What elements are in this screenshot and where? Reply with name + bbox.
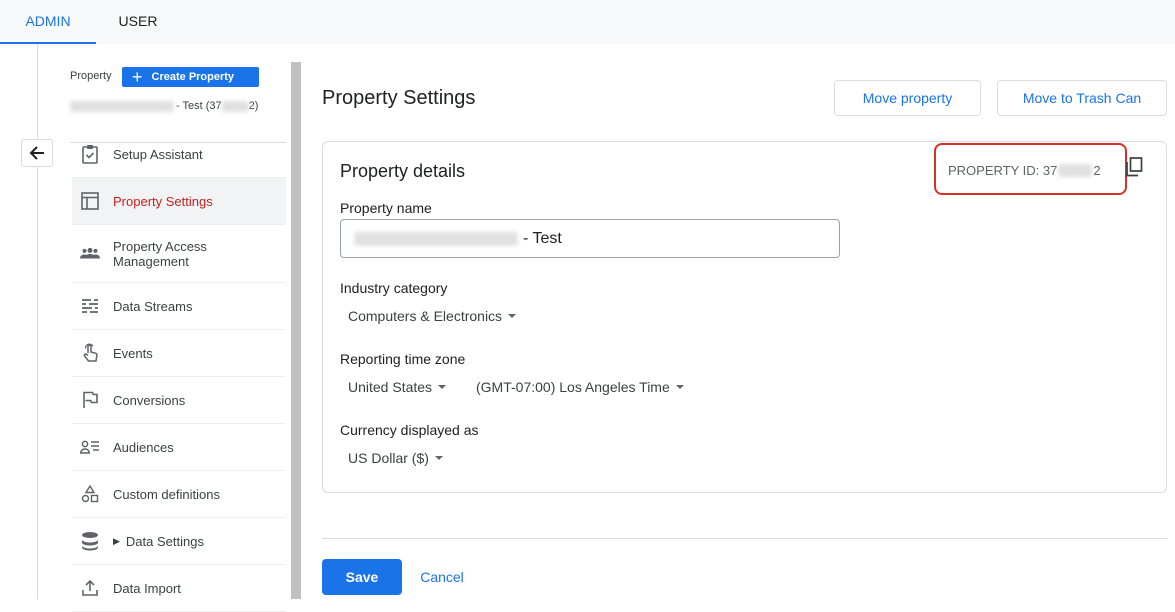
sidebar-item-label: Events (113, 345, 153, 361)
sidebar-item-conversions[interactable]: Conversions (72, 377, 286, 424)
property-id-highlight (934, 143, 1127, 195)
upload-icon (80, 578, 100, 598)
time-zone-country-dropdown[interactable]: United States (348, 379, 447, 395)
sidebar-item-label: Data Settings (125, 533, 204, 549)
time-zone-dropdown[interactable]: (GMT-07:00) Los Angeles Time (476, 379, 684, 395)
divider (322, 538, 1167, 539)
flag-icon (80, 390, 100, 410)
redacted-text (70, 100, 174, 112)
layout-icon (80, 191, 100, 211)
sidebar-item-data-import[interactable]: Data Import (72, 565, 286, 612)
sidebar-item-label: Audiences (113, 439, 174, 455)
currency-dropdown[interactable]: US Dollar ($) (348, 450, 443, 466)
caret-down-icon (438, 385, 447, 389)
plus-icon: + (132, 67, 143, 87)
sidebar: Property + Create Property - Test (37 2)… (70, 44, 286, 612)
streams-icon (80, 296, 100, 316)
sidebar-item-setup-assistant[interactable]: Setup Assistant (72, 131, 286, 178)
sidebar-item-data-streams[interactable]: Data Streams (72, 283, 286, 330)
card-title: Property details (340, 161, 466, 181)
create-property-label: Create Property (151, 71, 235, 83)
sidebar-rail-line (37, 44, 38, 599)
expand-triangle-icon[interactable]: ▶ (113, 536, 120, 547)
caret-down-icon (434, 456, 443, 460)
arrow-left-icon (29, 146, 44, 160)
sidebar-item-label: Custom definitions (113, 486, 220, 502)
sidebar-item-events[interactable]: Events (72, 330, 286, 377)
create-property-button[interactable]: + Create Property (122, 67, 259, 87)
sidebar-item-label: Data Import (113, 580, 181, 596)
touch-icon (80, 343, 100, 363)
sidebar-nav: Setup Assistant Property Settings Proper… (72, 131, 286, 612)
back-button[interactable] (21, 139, 53, 167)
time-zone-country-value: United States (348, 379, 433, 395)
shapes-icon (80, 484, 100, 504)
sidebar-item-label: Property Settings (113, 193, 213, 209)
people-icon (80, 244, 100, 264)
database-icon (80, 531, 100, 551)
industry-category-label: Industry category (340, 280, 448, 296)
reporting-time-zone-label: Reporting time zone (340, 351, 466, 367)
sidebar-scrollbar[interactable] (291, 62, 301, 599)
sidebar-item-audiences[interactable]: Audiences (72, 424, 286, 471)
sidebar-item-property-access-management[interactable]: Property Access Management (72, 225, 286, 283)
sidebar-item-label: Property Access Management (113, 238, 207, 269)
redacted-text (221, 100, 249, 112)
time-zone-value: (GMT-07:00) Los Angeles Time (476, 379, 670, 395)
scrollbar-thumb[interactable] (291, 62, 301, 599)
property-name-suffix: - Test (37 (176, 100, 222, 112)
currency-label: Currency displayed as (340, 422, 479, 438)
property-selector[interactable]: - Test (37 2) (70, 100, 258, 112)
sidebar-item-label: Setup Assistant (113, 146, 203, 162)
industry-category-value: Computers & Electronics (348, 308, 503, 324)
sidebar-item-custom-definitions[interactable]: Custom definitions (72, 471, 286, 518)
property-details-card: Property details PROPERTY ID: 37 2 Prope… (322, 141, 1167, 493)
tab-user[interactable]: USER (100, 0, 176, 44)
page-title: Property Settings (322, 87, 476, 109)
sidebar-item-label: Data Streams (113, 298, 193, 314)
checklist-icon (80, 144, 100, 164)
property-header: Property + Create Property - Test (37 2) (70, 67, 286, 143)
caret-down-icon (675, 385, 684, 389)
sidebar-item-data-settings[interactable]: ▶ Data Settings (72, 518, 286, 565)
move-property-button[interactable]: Move property (834, 80, 981, 116)
property-name-value: - Test (523, 229, 562, 247)
move-to-trash-button[interactable]: Move to Trash Can (997, 80, 1167, 116)
copy-icon[interactable] (1125, 157, 1143, 177)
audience-icon (80, 437, 100, 457)
property-name-label: Property name (340, 200, 432, 216)
industry-category-dropdown[interactable]: Computers & Electronics (348, 308, 517, 324)
sidebar-item-property-settings[interactable]: Property Settings (72, 178, 286, 225)
redacted-text (354, 231, 518, 246)
top-tab-bar: ADMIN USER (0, 0, 1175, 44)
cancel-button[interactable]: Cancel (410, 559, 474, 595)
property-name-end: 2) (248, 100, 259, 112)
caret-down-icon (508, 314, 517, 318)
property-name-input[interactable]: - Test (340, 219, 840, 258)
tab-admin[interactable]: ADMIN (0, 0, 96, 44)
currency-value: US Dollar ($) (348, 450, 429, 466)
property-label: Property (70, 70, 112, 82)
save-button[interactable]: Save (322, 559, 402, 595)
sidebar-item-label: Conversions (113, 392, 186, 408)
